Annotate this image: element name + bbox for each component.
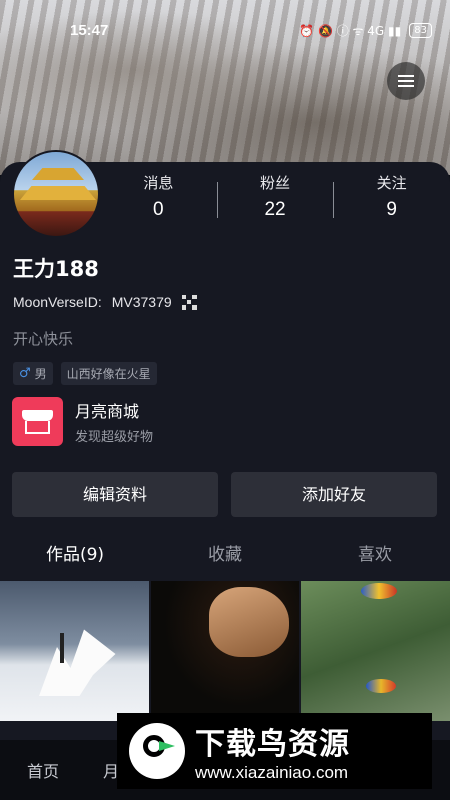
stat-following[interactable]: 关注 9 [333,172,450,228]
nav-item-partial[interactable]: 月 [59,758,119,782]
watermark-text: 下载鸟资源 www.xiazainiao.com [195,719,350,783]
tab-likes[interactable]: 喜欢 [300,540,450,574]
content-tabs: 作品(9) 收藏 喜欢 [0,540,450,574]
tab-works[interactable]: 作品(9) [0,540,150,574]
user-tags: ♂ 男 山西好像在火星 [13,362,157,385]
store-icon [12,397,63,446]
work-thumbnail[interactable] [301,581,450,721]
parrot-shape [361,583,398,599]
stat-label: 关注 [376,174,407,192]
stat-value: 22 [264,199,286,220]
tab-favorites[interactable]: 收藏 [150,540,300,574]
shop-text: 月亮商城 发现超级好物 [75,398,153,445]
hamburger-icon [398,75,414,87]
nav-home[interactable]: 首页 [0,758,59,782]
avatar-roof [20,186,96,200]
gender-label: 男 [34,367,47,381]
logo-beak [159,741,175,751]
stat-label: 消息 [143,174,174,192]
store-awning [22,410,53,421]
status-time: 15:47 [70,21,109,39]
bird-logo-icon [129,723,185,779]
crane-neck [60,633,64,663]
status-icons: ⏰ 🔕 ⓘ ᯤ 4G ▮▮ 83 [299,22,432,39]
work-thumbnail[interactable] [150,581,300,721]
edit-profile-button[interactable]: 编辑资料 [12,472,218,517]
shop-subtitle: 发现超级好物 [75,430,154,445]
watermark-title: 下载鸟资源 [195,727,350,762]
watermark-banner: 下载鸟资源 www.xiazainiao.com [117,713,432,789]
add-friend-button[interactable]: 添加好友 [231,472,437,517]
stat-value: 9 [386,199,397,220]
stat-label: 粉丝 [260,174,291,192]
location-tag: 山西好像在火星 [60,362,157,385]
avatar[interactable] [12,150,100,238]
crane-shape [39,629,116,696]
user-bio: 开心快乐 [13,330,74,348]
parrot-shape [366,679,397,693]
qr-code-icon[interactable] [181,294,197,310]
user-id-line: MoonVerseID: MV37379 [13,294,197,310]
works-grid [0,581,450,721]
shop-title: 月亮商城 [75,402,140,421]
store-body [25,421,50,434]
insect-shape [208,587,289,657]
work-thumbnail[interactable] [0,581,149,721]
status-bar: 15:47 ⏰ 🔕 ⓘ ᯤ 4G ▮▮ 83 [0,0,450,60]
menu-button[interactable] [387,62,425,100]
stat-followers[interactable]: 粉丝 22 [216,172,334,228]
id-value: MV37379 [111,294,172,310]
watermark-url: www.xiazainiao.com [195,763,349,782]
stat-messages[interactable]: 消息 0 [100,172,217,228]
battery-icon: 83 [409,22,432,38]
male-icon: ♂ [19,366,31,381]
stat-value: 0 [153,199,164,220]
id-label: MoonVerseID: [13,294,102,310]
avatar-roof-top [32,168,84,180]
moon-shop-entry[interactable]: 月亮商城 发现超级好物 [12,397,153,446]
gender-tag: ♂ 男 [13,362,53,385]
status-indicators-icon: ⏰ 🔕 ⓘ ᯤ 4G ▮▮ [299,23,402,38]
stats-row: 消息 0 粉丝 22 关注 9 [100,172,450,228]
user-name: 王力188 [13,257,99,281]
